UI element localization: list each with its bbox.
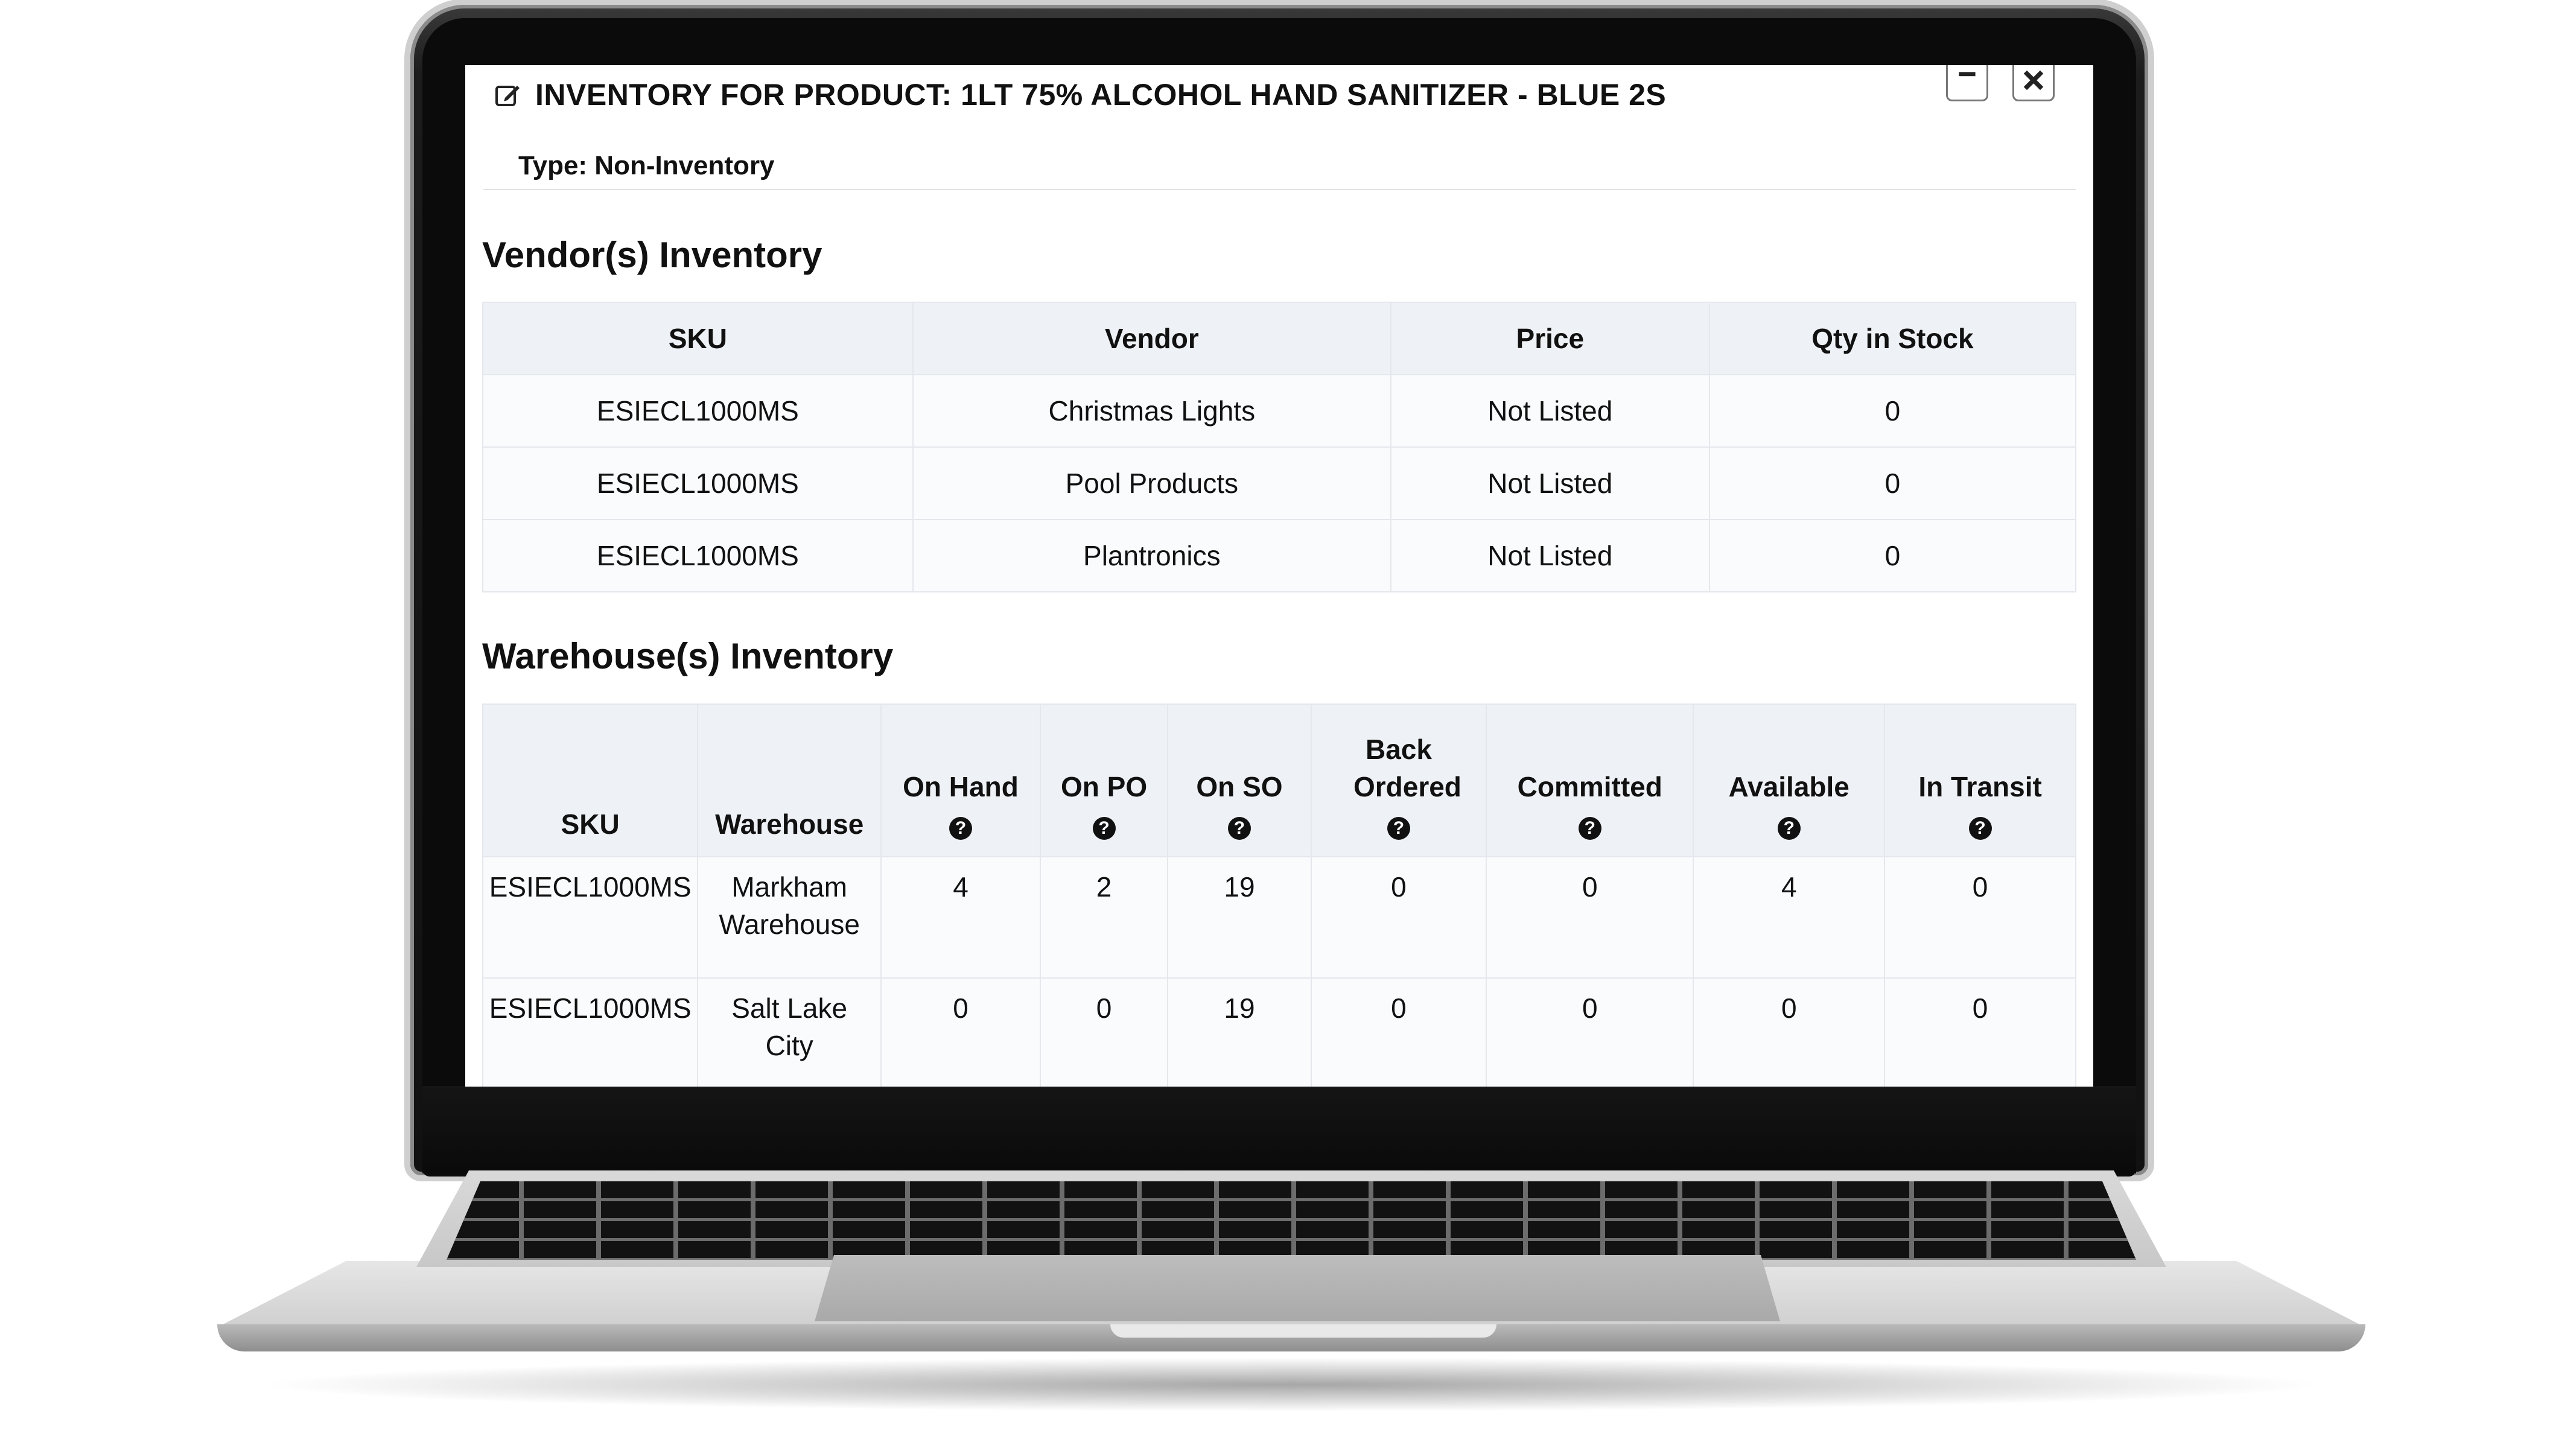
column-header-label: On PO (1061, 771, 1148, 802)
table-cell: 0 (1310, 856, 1487, 979)
laptop-screen: INVENTORY FOR PRODUCT: 1LT 75% ALCOHOL H… (465, 65, 2093, 1087)
help-icon[interactable]: ? (949, 817, 972, 840)
bezel-bottom (422, 1086, 2136, 1173)
column-header-back-ordered: Back Ordered? (1310, 703, 1487, 857)
inventory-dialog: INVENTORY FOR PRODUCT: 1LT 75% ALCOHOL H… (465, 65, 2093, 1087)
help-icon[interactable]: ? (1227, 817, 1251, 840)
keyboard-rows (447, 1181, 2136, 1260)
minimize-button[interactable] (1946, 65, 1988, 101)
help-icon[interactable]: ? (1092, 817, 1116, 840)
column-header: Qty in Stock (1708, 302, 2077, 375)
dialog-title: INVENTORY FOR PRODUCT: 1LT 75% ALCOHOL H… (535, 78, 1667, 112)
column-header-label: SKU (561, 808, 620, 840)
table-row: ESIECL1000MS Pool Products Not Listed 0 (482, 446, 2077, 520)
table-cell: 0 (1708, 374, 2077, 448)
column-header-label: On SO (1196, 771, 1283, 802)
table-cell: 4 (880, 856, 1041, 979)
table-cell: 0 (1039, 977, 1169, 1087)
warehouse-name: Markham Warehouse (719, 871, 860, 940)
table-cell: Not Listed (1390, 446, 1710, 520)
table-cell: ESIECL1000MS (482, 374, 914, 448)
lid-notch (1110, 1324, 1496, 1338)
product-type: Type: Non-Inventory (518, 151, 775, 180)
help-icon[interactable]: ? (1578, 817, 1601, 840)
table-cell: 0 (1486, 977, 1694, 1087)
table-cell: Not Listed (1390, 374, 1710, 448)
table-cell: 0 (880, 977, 1041, 1087)
table-cell: 0 (1884, 977, 2076, 1087)
table-cell: 0 (1486, 856, 1694, 979)
table-cell: ESIECL1000MS (482, 519, 914, 592)
column-header-available: Available? (1693, 703, 1886, 857)
warehouse-section-title: Warehouse(s) Inventory (482, 636, 894, 676)
column-header-sku: SKU (482, 703, 699, 857)
table-cell: 0 (1884, 856, 2076, 979)
table-cell: Salt Lake City (697, 977, 882, 1087)
table-cell: 0 (1310, 977, 1487, 1087)
header-divider (483, 189, 2076, 190)
table-cell: ESIECL1000MS (482, 446, 914, 520)
column-header-label: In Transit (1918, 771, 2042, 802)
column-header-label: On Hand (903, 771, 1019, 802)
table-cell: Plantronics (912, 519, 1391, 592)
warehouse-inventory-table: SKU Warehouse On Hand? On PO? On SO? Bac… (482, 703, 2076, 1087)
table-cell: 4 (1693, 856, 1886, 979)
column-header: Vendor (912, 302, 1391, 375)
table-cell: Markham Warehouse (697, 856, 882, 979)
column-header-label: Available (1728, 771, 1849, 802)
warehouse-name: Salt Lake City (731, 992, 848, 1061)
table-row: ESIECL1000MS Salt Lake City 0 0 19 0 0 0… (482, 977, 2076, 1087)
table-header-row: SKU Warehouse On Hand? On PO? On SO? Bac… (482, 703, 2076, 857)
trackpad (815, 1255, 1780, 1321)
vendor-inventory-table: SKU Vendor Price Qty in Stock ESIECL1000… (482, 302, 2077, 592)
help-icon[interactable]: ? (1777, 817, 1801, 840)
table-row: ESIECL1000MS Markham Warehouse 4 2 19 0 … (482, 856, 2076, 979)
column-header-committed: Committed? (1486, 703, 1694, 857)
laptop-shadow (253, 1358, 2329, 1412)
column-header: SKU (482, 302, 914, 375)
table-cell: Christmas Lights (912, 374, 1391, 448)
column-header-label: Committed (1517, 771, 1662, 802)
table-row: ESIECL1000MS Christmas Lights Not Listed… (482, 374, 2077, 448)
table-cell: 19 (1167, 977, 1312, 1087)
column-header-warehouse: Warehouse (697, 703, 882, 857)
close-icon (2023, 70, 2044, 91)
column-header-label: Back Ordered (1353, 734, 1461, 802)
table-cell: Pool Products (912, 446, 1391, 520)
table-cell: ESIECL1000MS (482, 977, 699, 1087)
table-cell: Not Listed (1390, 519, 1710, 592)
close-button[interactable] (2012, 65, 2055, 101)
table-cell: 0 (1708, 446, 2077, 520)
table-cell: 2 (1039, 856, 1169, 979)
column-header: Price (1390, 302, 1710, 375)
minimize-icon (1959, 72, 1976, 77)
table-cell: ESIECL1000MS (482, 856, 699, 979)
column-header-label: Warehouse (715, 808, 864, 840)
column-header-on-so: On SO? (1167, 703, 1312, 857)
column-header-in-transit: In Transit? (1884, 703, 2076, 857)
column-header-on-hand: On Hand? (880, 703, 1041, 857)
help-icon[interactable]: ? (1387, 817, 1410, 840)
dialog-titlebar: INVENTORY FOR PRODUCT: 1LT 75% ALCOHOL H… (480, 65, 2079, 132)
table-cell: 0 (1708, 519, 2077, 592)
table-header-row: SKU Vendor Price Qty in Stock (482, 302, 2077, 375)
edit-icon (495, 86, 520, 106)
help-icon[interactable]: ? (1968, 817, 1992, 840)
table-cell: 0 (1693, 977, 1886, 1087)
vendor-section-title: Vendor(s) Inventory (482, 235, 822, 275)
table-cell: 19 (1167, 856, 1312, 979)
table-row: ESIECL1000MS Plantronics Not Listed 0 (482, 519, 2077, 592)
column-header-on-po: On PO? (1039, 703, 1169, 857)
